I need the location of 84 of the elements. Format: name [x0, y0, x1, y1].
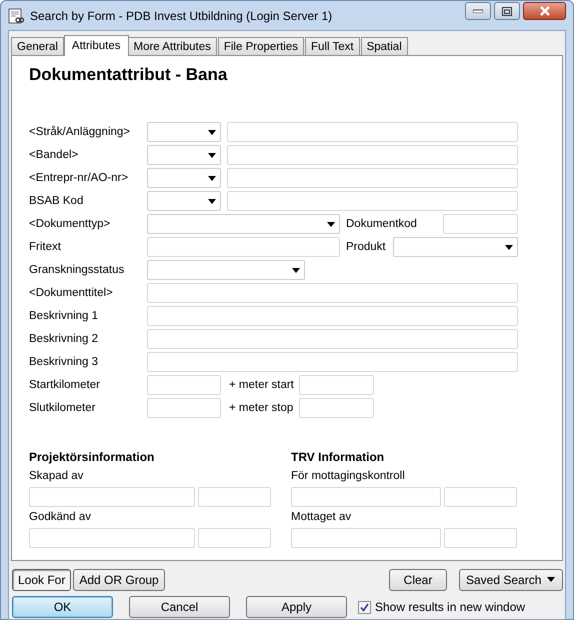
- close-button[interactable]: [523, 2, 566, 20]
- dropdown[interactable]: [147, 145, 221, 165]
- field-label: + meter start: [228, 379, 295, 391]
- tab[interactable]: Full Text: [304, 37, 360, 55]
- dropdown[interactable]: [147, 214, 340, 234]
- tab[interactable]: File Properties: [218, 37, 304, 55]
- field-label: Mottaget av: [291, 511, 352, 525]
- checkbox-label: Show results in new window: [375, 600, 526, 614]
- window-title: Search by Form - PDB Invest Utbildning (Login Server 1): [30, 8, 334, 22]
- tab[interactable]: Spatial: [360, 37, 408, 55]
- tab[interactable]: General: [11, 37, 64, 55]
- field-label: <Dokumenttitel>: [29, 287, 114, 299]
- field-label: Granskningsstatus: [29, 264, 126, 276]
- field-label: Beskrivning 2: [29, 333, 100, 345]
- text-field[interactable]: [444, 528, 517, 548]
- dropdown[interactable]: [147, 168, 221, 188]
- field-label: BSAB Kod: [29, 195, 84, 207]
- mode-button[interactable]: Look For: [12, 568, 72, 590]
- clear-button[interactable]: Clear: [389, 568, 447, 590]
- field-label: <Dokumenttyp>: [29, 218, 112, 230]
- section-heading: TRV Information: [291, 450, 386, 466]
- dropdown-arrow-icon: [208, 152, 216, 158]
- field-label: Dokumentkod: [345, 218, 418, 230]
- text-field[interactable]: [299, 375, 374, 395]
- tab[interactable]: Attributes: [64, 35, 128, 56]
- maximize-icon: [502, 6, 512, 16]
- text-field[interactable]: [299, 398, 374, 418]
- dropdown-arrow-icon: [327, 222, 335, 226]
- text-field[interactable]: [147, 306, 518, 326]
- mode-button[interactable]: Add OR Group: [73, 568, 165, 590]
- field-label: <Entrepr-nr/AO-nr>: [29, 172, 130, 184]
- dropdown[interactable]: [147, 191, 221, 211]
- dialog-button[interactable]: Apply: [246, 596, 347, 618]
- text-field[interactable]: [444, 487, 517, 507]
- field-label: <Stråk/Anläggning>: [29, 126, 132, 138]
- caret-icon: [547, 577, 556, 582]
- form-heading: Dokumentattribut - Bana: [29, 65, 228, 86]
- close-icon: [538, 6, 550, 16]
- field-label: Skapad av: [29, 470, 84, 484]
- text-field[interactable]: [291, 487, 441, 507]
- field-label: <Bandel>: [29, 149, 80, 161]
- checkbox[interactable]: [358, 600, 371, 614]
- dropdown-arrow-icon: [208, 176, 216, 180]
- text-field[interactable]: [147, 398, 221, 418]
- minimize-icon: [473, 9, 483, 13]
- text-field[interactable]: [227, 145, 518, 165]
- field-label: Beskrivning 1: [29, 310, 100, 322]
- text-field[interactable]: [291, 528, 441, 548]
- text-field[interactable]: [147, 283, 518, 303]
- tab[interactable]: More Attributes: [128, 37, 217, 55]
- section-heading: Projektörsinformation: [29, 450, 156, 466]
- text-field[interactable]: [198, 487, 271, 507]
- field-label: Godkänd av: [29, 511, 92, 525]
- dialog-button[interactable]: Cancel: [129, 596, 230, 618]
- field-label: Beskrivning 3: [29, 356, 100, 368]
- field-label: Slutkilometer: [29, 402, 96, 414]
- dropdown[interactable]: [393, 237, 518, 257]
- field-label: Startkilometer: [29, 379, 101, 391]
- minimize-button[interactable]: [465, 2, 491, 20]
- dialog-button[interactable]: OK: [12, 596, 113, 618]
- text-field[interactable]: [29, 528, 195, 548]
- dropdown[interactable]: [147, 260, 305, 280]
- text-field[interactable]: [147, 375, 221, 395]
- text-field[interactable]: [29, 487, 195, 507]
- dropdown-arrow-icon: [292, 268, 300, 272]
- text-field[interactable]: [147, 237, 340, 257]
- dropdown[interactable]: [147, 122, 221, 142]
- field-label: + meter stop: [228, 402, 294, 414]
- text-field[interactable]: [227, 168, 518, 188]
- text-field[interactable]: [198, 528, 271, 548]
- dropdown-arrow-icon: [505, 244, 513, 250]
- field-label: Fritext: [29, 241, 62, 253]
- saved-search-button[interactable]: Saved Search: [459, 568, 563, 590]
- text-field[interactable]: [227, 191, 518, 211]
- maximize-button[interactable]: [494, 2, 520, 20]
- text-field[interactable]: [227, 122, 518, 142]
- dropdown-arrow-icon: [208, 198, 216, 204]
- text-field[interactable]: [443, 214, 518, 234]
- dropdown-arrow-icon: [208, 130, 216, 134]
- field-label: Produkt: [345, 241, 387, 253]
- text-field[interactable]: [147, 329, 518, 349]
- field-label: För mottagingskontroll: [291, 470, 406, 484]
- app-icon: [8, 8, 24, 24]
- text-field[interactable]: [147, 352, 518, 372]
